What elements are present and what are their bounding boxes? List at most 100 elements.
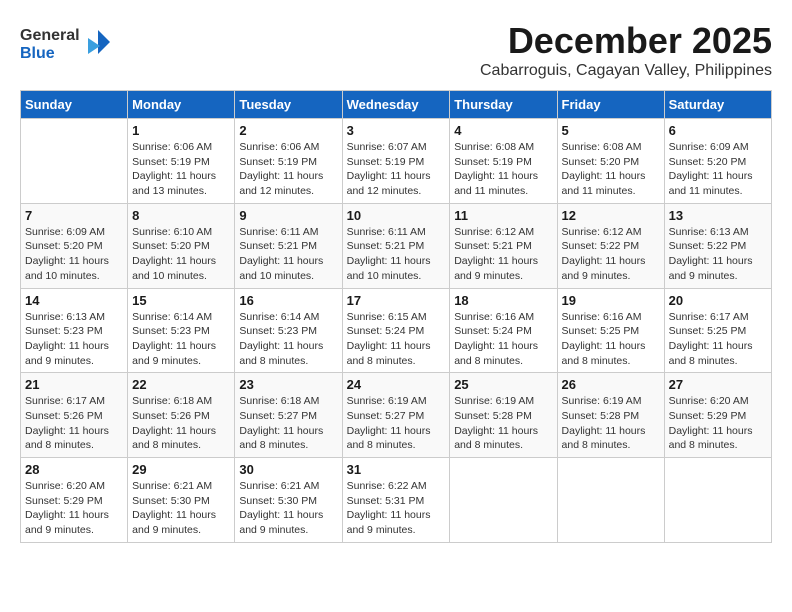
day-number: 5 [562,123,660,138]
calendar-cell [450,458,557,543]
day-info: Sunrise: 6:21 AMSunset: 5:30 PMDaylight:… [239,479,337,538]
day-number: 18 [454,293,552,308]
title-area: December 2025 Cabarroguis, Cagayan Valle… [480,20,772,80]
day-number: 28 [25,462,123,477]
day-number: 22 [132,377,230,392]
svg-text:General: General [20,27,80,44]
calendar-cell: 17 Sunrise: 6:15 AMSunset: 5:24 PMDayligh… [342,288,450,373]
calendar-cell: 23 Sunrise: 6:18 AMSunset: 5:27 PMDayligh… [235,373,342,458]
calendar-cell: 31Sunrise: 6:22 AMSunset: 5:31 PMDayligh… [342,458,450,543]
weekday-header-cell: Saturday [664,91,771,119]
day-info: Sunrise: 6:08 AMSunset: 5:19 PMDaylight:… [454,140,552,199]
day-number: 3 [347,123,446,138]
day-number: 15 [132,293,230,308]
day-info: Sunrise: 6:09 AMSunset: 5:20 PMDaylight:… [25,225,123,284]
calendar-week-row: 7Sunrise: 6:09 AMSunset: 5:20 PMDaylight… [21,203,772,288]
day-number: 11 [454,208,552,223]
calendar-cell: 24 Sunrise: 6:19 AMSunset: 5:27 PMDayligh… [342,373,450,458]
calendar-week-row: 28 Sunrise: 6:20 AMSunset: 5:29 PMDayligh… [21,458,772,543]
svg-text:Blue: Blue [20,45,55,62]
day-number: 12 [562,208,660,223]
calendar-cell: 21 Sunrise: 6:17 AMSunset: 5:26 PMDayligh… [21,373,128,458]
day-number: 29 [132,462,230,477]
month-title: December 2025 [480,20,772,62]
calendar-cell: 13Sunrise: 6:13 AMSunset: 5:22 PMDayligh… [664,203,771,288]
day-info: Sunrise: 6:14 AMSunset: 5:23 PMDaylight:… [132,310,230,369]
day-info: Sunrise: 6:19 AMSunset: 5:27 PMDaylight:… [347,394,446,453]
calendar-table: SundayMondayTuesdayWednesdayThursdayFrid… [20,90,772,543]
day-info: Sunrise: 6:16 AMSunset: 5:24 PMDaylight:… [454,310,552,369]
day-number: 14 [25,293,123,308]
calendar-cell: 10 Sunrise: 6:11 AMSunset: 5:21 PMDayligh… [342,203,450,288]
weekday-header-cell: Tuesday [235,91,342,119]
calendar-cell: 1 Sunrise: 6:06 AMSunset: 5:19 PMDaylight… [128,119,235,204]
calendar-cell [21,119,128,204]
day-info: Sunrise: 6:06 AMSunset: 5:19 PMDaylight:… [239,140,337,199]
day-info: Sunrise: 6:19 AMSunset: 5:28 PMDaylight:… [454,394,552,453]
calendar-cell: 3 Sunrise: 6:07 AMSunset: 5:19 PMDaylight… [342,119,450,204]
day-info: Sunrise: 6:08 AMSunset: 5:20 PMDaylight:… [562,140,660,199]
calendar-cell: 14 Sunrise: 6:13 AMSunset: 5:23 PMDayligh… [21,288,128,373]
weekday-header-cell: Friday [557,91,664,119]
day-info: Sunrise: 6:15 AMSunset: 5:24 PMDaylight:… [347,310,446,369]
day-number: 9 [239,208,337,223]
day-info: Sunrise: 6:18 AMSunset: 5:27 PMDaylight:… [239,394,337,453]
day-number: 4 [454,123,552,138]
day-number: 21 [25,377,123,392]
calendar-cell: 5 Sunrise: 6:08 AMSunset: 5:20 PMDaylight… [557,119,664,204]
day-number: 23 [239,377,337,392]
calendar-cell: 20 Sunrise: 6:17 AMSunset: 5:25 PMDayligh… [664,288,771,373]
calendar-cell: 6Sunrise: 6:09 AMSunset: 5:20 PMDaylight… [664,119,771,204]
day-info: Sunrise: 6:17 AMSunset: 5:25 PMDaylight:… [669,310,767,369]
day-number: 20 [669,293,767,308]
day-info: Sunrise: 6:12 AMSunset: 5:22 PMDaylight:… [562,225,660,284]
day-number: 26 [562,377,660,392]
day-info: Sunrise: 6:07 AMSunset: 5:19 PMDaylight:… [347,140,446,199]
calendar-cell: 2 Sunrise: 6:06 AMSunset: 5:19 PMDaylight… [235,119,342,204]
calendar-body: 1 Sunrise: 6:06 AMSunset: 5:19 PMDaylight… [21,119,772,543]
day-info: Sunrise: 6:06 AMSunset: 5:19 PMDaylight:… [132,140,230,199]
day-number: 17 [347,293,446,308]
day-info: Sunrise: 6:13 AMSunset: 5:23 PMDaylight:… [25,310,123,369]
calendar-cell: 30 Sunrise: 6:21 AMSunset: 5:30 PMDayligh… [235,458,342,543]
day-number: 10 [347,208,446,223]
calendar-cell: 11 Sunrise: 6:12 AMSunset: 5:21 PMDayligh… [450,203,557,288]
day-number: 16 [239,293,337,308]
calendar-cell: 26Sunrise: 6:19 AMSunset: 5:28 PMDayligh… [557,373,664,458]
day-info: Sunrise: 6:09 AMSunset: 5:20 PMDaylight:… [669,140,767,199]
calendar-cell: 9 Sunrise: 6:11 AMSunset: 5:21 PMDaylight… [235,203,342,288]
calendar-cell: 22 Sunrise: 6:18 AMSunset: 5:26 PMDayligh… [128,373,235,458]
weekday-header-cell: Monday [128,91,235,119]
day-number: 13 [669,208,767,223]
calendar-cell: 19Sunrise: 6:16 AMSunset: 5:25 PMDayligh… [557,288,664,373]
calendar-cell: 29Sunrise: 6:21 AMSunset: 5:30 PMDayligh… [128,458,235,543]
day-info: Sunrise: 6:10 AMSunset: 5:20 PMDaylight:… [132,225,230,284]
calendar-cell: 4 Sunrise: 6:08 AMSunset: 5:19 PMDaylight… [450,119,557,204]
day-info: Sunrise: 6:20 AMSunset: 5:29 PMDaylight:… [25,479,123,538]
calendar-week-row: 14 Sunrise: 6:13 AMSunset: 5:23 PMDayligh… [21,288,772,373]
day-number: 31 [347,462,446,477]
day-info: Sunrise: 6:12 AMSunset: 5:21 PMDaylight:… [454,225,552,284]
weekday-header-cell: Sunday [21,91,128,119]
calendar-week-row: 21 Sunrise: 6:17 AMSunset: 5:26 PMDayligh… [21,373,772,458]
day-info: Sunrise: 6:11 AMSunset: 5:21 PMDaylight:… [239,225,337,284]
day-info: Sunrise: 6:18 AMSunset: 5:26 PMDaylight:… [132,394,230,453]
logo-icon: General Blue [20,20,110,64]
day-info: Sunrise: 6:17 AMSunset: 5:26 PMDaylight:… [25,394,123,453]
day-number: 24 [347,377,446,392]
day-number: 30 [239,462,337,477]
page-header: General Blue December 2025 Cabarroguis, … [20,20,772,80]
day-number: 8 [132,208,230,223]
day-number: 25 [454,377,552,392]
calendar-cell [557,458,664,543]
calendar-cell: 7Sunrise: 6:09 AMSunset: 5:20 PMDaylight… [21,203,128,288]
location-subtitle: Cabarroguis, Cagayan Valley, Philippines [480,62,772,80]
weekday-header-cell: Thursday [450,91,557,119]
calendar-cell: 12 Sunrise: 6:12 AMSunset: 5:22 PMDayligh… [557,203,664,288]
logo: General Blue [20,20,110,64]
day-number: 2 [239,123,337,138]
day-info: Sunrise: 6:11 AMSunset: 5:21 PMDaylight:… [347,225,446,284]
day-info: Sunrise: 6:20 AMSunset: 5:29 PMDaylight:… [669,394,767,453]
calendar-cell: 28 Sunrise: 6:20 AMSunset: 5:29 PMDayligh… [21,458,128,543]
day-number: 1 [132,123,230,138]
